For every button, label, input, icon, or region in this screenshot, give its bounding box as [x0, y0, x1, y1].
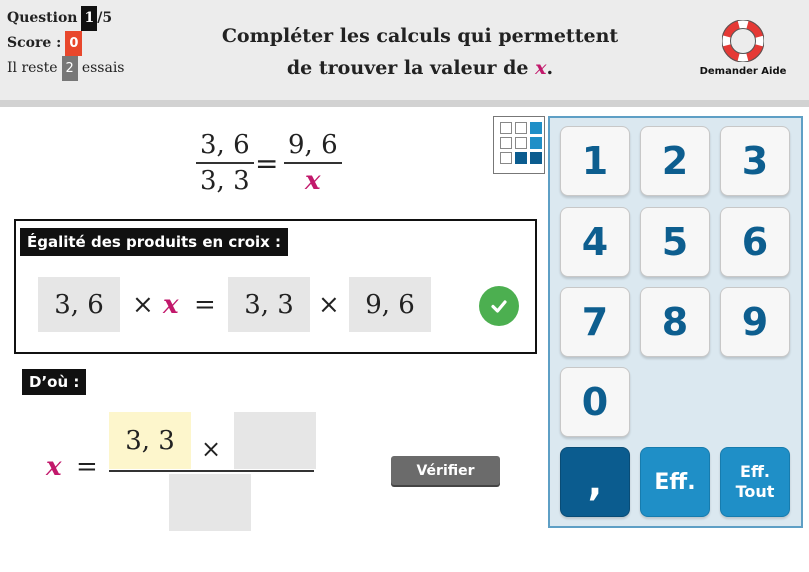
key-comma[interactable]: , [560, 447, 630, 517]
question-current: 1 [81, 6, 98, 31]
left-denominator: 3, 3 [200, 166, 250, 196]
verify-button[interactable]: Vérifier [391, 456, 500, 485]
result-equals: = [76, 452, 98, 482]
check-icon [479, 286, 519, 326]
key-3[interactable]: 3 [720, 126, 790, 196]
help-button[interactable]: Demander Aide [698, 20, 788, 77]
question-label: Question [7, 10, 78, 26]
result-times: × [201, 435, 222, 463]
keypad: 1 2 3 4 5 6 7 8 9 0 , Eff. Eff. Tout [548, 116, 803, 528]
key-4[interactable]: 4 [560, 207, 630, 277]
result-variable: x [46, 452, 62, 482]
result-input-2[interactable] [234, 412, 316, 469]
cross-input-3[interactable]: 9, 6 [349, 277, 431, 332]
score-label: Score : [7, 35, 62, 51]
score-row: Score : 0 [7, 31, 124, 56]
key-erase-all-line1: Eff. [740, 462, 770, 481]
key-erase[interactable]: Eff. [640, 447, 710, 517]
instruction-line-2-prefix: de trouver la valeur de [286, 57, 529, 79]
instruction-line-2-suffix: . [546, 57, 554, 79]
header-divider [0, 100, 809, 107]
key-2[interactable]: 2 [640, 126, 710, 196]
key-6[interactable]: 6 [720, 207, 790, 277]
result-fraction-bar [109, 470, 314, 472]
left-numerator: 3, 6 [200, 130, 250, 160]
remaining-prefix: Il reste [7, 60, 58, 76]
keypad-layout-icon[interactable] [493, 116, 545, 174]
key-erase-all[interactable]: Eff. Tout [720, 447, 790, 517]
key-erase-all-line2: Tout [735, 482, 775, 501]
cross-times-1: × [132, 290, 154, 320]
remaining-count: 2 [61, 56, 78, 81]
cross-times-2: × [318, 290, 340, 320]
cross-input-1[interactable]: 3, 6 [38, 277, 120, 332]
key-9[interactable]: 9 [720, 287, 790, 357]
key-5[interactable]: 5 [640, 207, 710, 277]
instruction-text: Compléter les calculs qui permettent de … [180, 20, 660, 84]
key-8[interactable]: 8 [640, 287, 710, 357]
question-total: /5 [97, 10, 113, 26]
cross-input-2[interactable]: 3, 3 [228, 277, 310, 332]
key-0[interactable]: 0 [560, 367, 630, 437]
question-row: Question 1/5 [7, 6, 124, 31]
instruction-line-1: Compléter les calculs qui permettent [221, 25, 619, 47]
right-numerator: 9, 6 [288, 130, 338, 160]
instruction-line-2: de trouver la valeur de x. [180, 52, 660, 84]
remaining-suffix: essais [81, 60, 125, 76]
result-input-denominator[interactable] [169, 474, 251, 531]
help-label: Demander Aide [699, 66, 787, 77]
right-fraction: 9, 6 x [284, 128, 342, 198]
status-panel: Question 1/5 Score : 0 Il reste 2 essais [7, 6, 124, 81]
instruction-variable: x [535, 57, 547, 79]
remaining-row: Il reste 2 essais [7, 56, 124, 81]
score-value: 0 [65, 31, 83, 56]
cross-variable: x [163, 290, 179, 320]
key-7[interactable]: 7 [560, 287, 630, 357]
right-denominator: x [305, 166, 321, 196]
key-1[interactable]: 1 [560, 126, 630, 196]
result-title: D’où : [22, 369, 87, 395]
cross-product-title: Égalité des produits en croix : [20, 228, 289, 256]
result-input-1[interactable]: 3, 3 [109, 412, 191, 469]
left-fraction: 3, 6 3, 3 [196, 128, 254, 198]
cross-equals: = [194, 290, 216, 320]
equation-equals: = [255, 147, 279, 180]
lifebuoy-icon [722, 20, 764, 62]
